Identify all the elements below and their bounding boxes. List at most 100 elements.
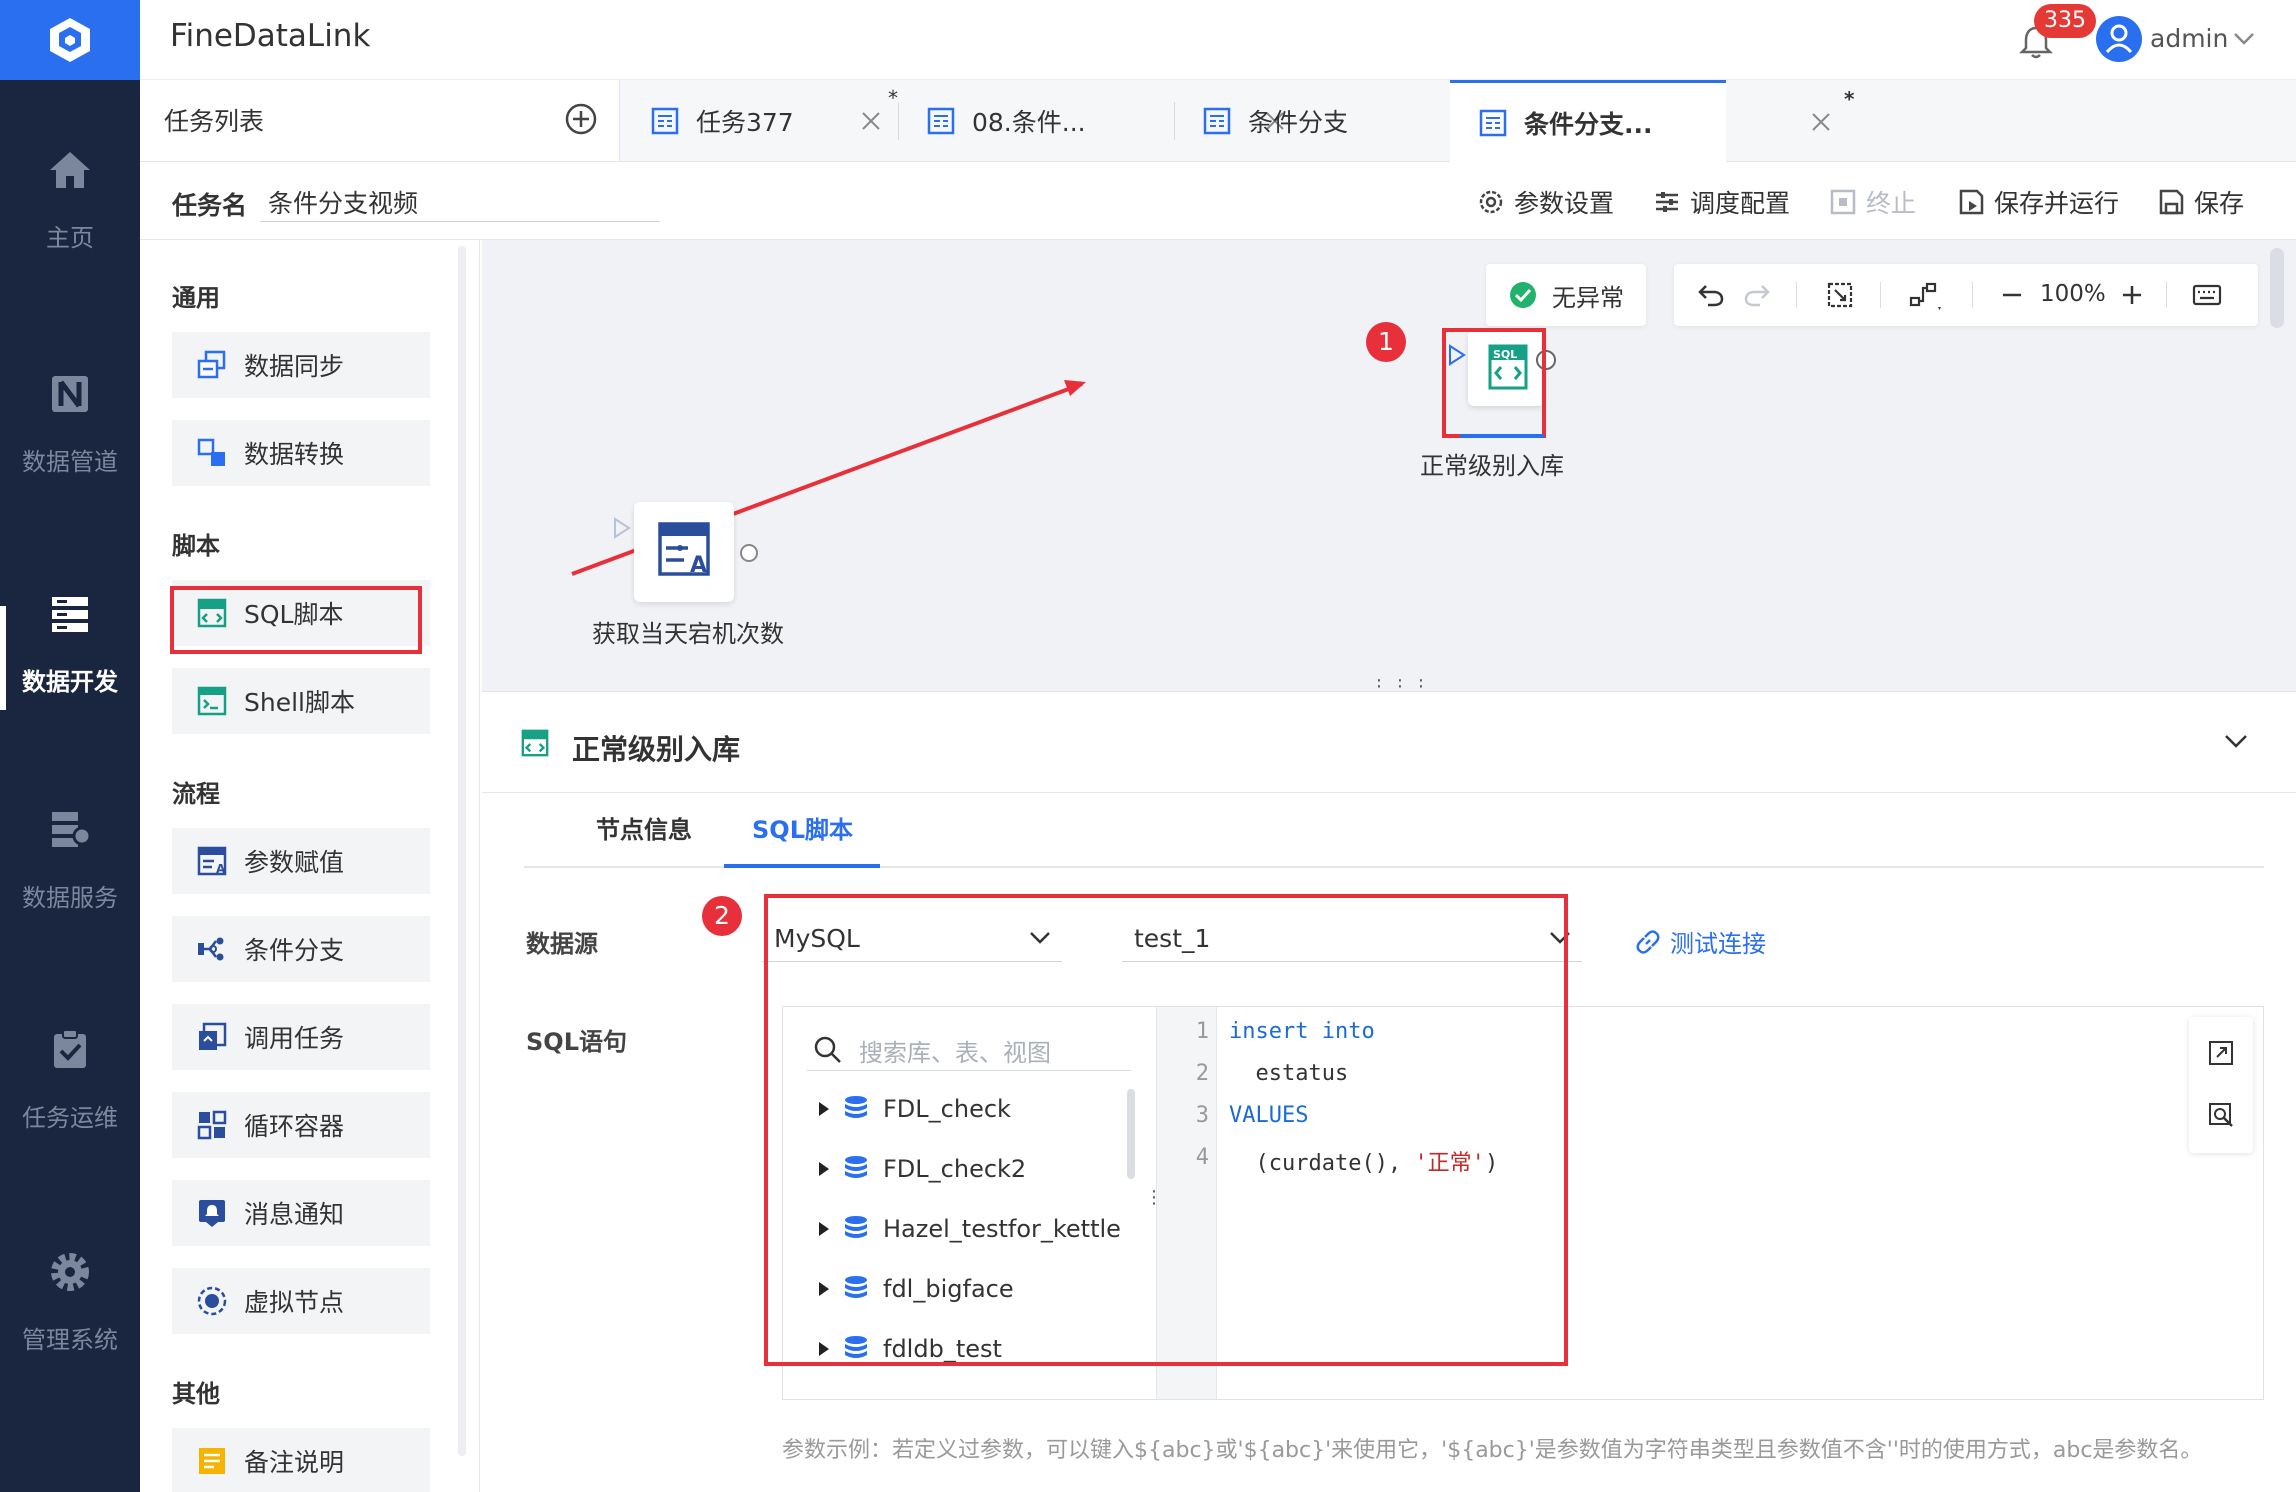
tab-cond08[interactable]: 08.条件... [926, 80, 1284, 162]
step-marker-1: 1 [1366, 322, 1406, 362]
nav-task-ops[interactable]: 任务运维 [0, 1028, 140, 1133]
palette-item-label: 备注说明 [244, 1448, 345, 1477]
username[interactable]: admin [2150, 24, 2228, 53]
nav-data-pipeline-label: 数据管道 [22, 448, 118, 476]
save-and-run-button[interactable]: 保存并运行 [1956, 184, 2119, 220]
play-port-icon [614, 517, 631, 539]
tab-cond-branch[interactable]: 条件分支 [1202, 80, 1560, 162]
tab-task377[interactable]: 任务377 * [650, 80, 920, 162]
palette-item-label: 循环容器 [244, 1112, 345, 1141]
nav-data-dev[interactable]: 数据开发 [0, 592, 140, 697]
active-tab-underline [724, 864, 880, 868]
tab-cond-branch-label: 条件分支 [1248, 108, 1349, 137]
test-connection-label: 测试连接 [1670, 930, 1766, 958]
palette-scrollbar[interactable] [458, 246, 466, 1456]
pipeline-icon [52, 376, 88, 412]
save-and-run-label: 保存并运行 [1994, 189, 2120, 218]
palette-item-virtual-node[interactable]: 虚拟节点 [172, 1268, 430, 1334]
task-name-input[interactable]: 条件分支视频 [260, 176, 660, 222]
palette-item-loop-container[interactable]: 循环容器 [172, 1092, 430, 1158]
node-output-port[interactable] [740, 544, 758, 562]
nav-home-label: 主页 [46, 224, 94, 252]
collapse-chevron-icon[interactable] [2222, 730, 2250, 752]
task-name-label: 任务名 [172, 191, 248, 220]
tab-sql-script[interactable]: SQL脚本 [752, 810, 853, 845]
param-settings-label: 参数设置 [1514, 189, 1615, 218]
sql-script-icon [521, 729, 549, 757]
palette-item-shell-script[interactable]: Shell脚本 [172, 668, 430, 734]
node-input-port[interactable] [610, 516, 634, 540]
palette-item-param-assign[interactable]: A 参数赋值 [172, 828, 430, 894]
flow-canvas[interactable]: 无异常 100% SQL 正常级别入库 1 A 获取当天宕机次数 ⋮⋮⋮ [482, 240, 2296, 697]
param-settings-button[interactable]: 参数设置 [1476, 184, 1614, 220]
palette-item-label: 虚拟节点 [244, 1288, 345, 1317]
link-icon [1636, 929, 1660, 954]
tab-divider [1174, 102, 1175, 140]
nav-data-service-label: 数据服务 [22, 884, 118, 912]
palette-section-general: 通用 [172, 284, 220, 312]
nav-data-pipeline[interactable]: 数据管道 [0, 372, 140, 477]
palette-item-data-transform[interactable]: 数据转换 [172, 420, 430, 486]
nav-home[interactable]: 主页 [0, 148, 140, 253]
save-label: 保存 [2194, 189, 2245, 218]
task-tabs: 任务列表 任务377 * 08.条件... 条件分支 条件分支... * [140, 80, 2296, 162]
stop-button[interactable]: 终止 [1828, 184, 1916, 220]
nav-system-admin-label: 管理系统 [22, 1326, 118, 1354]
palette-item-condition-branch[interactable]: 条件分支 [172, 916, 430, 982]
nav-task-ops-label: 任务运维 [22, 1104, 118, 1132]
tab-task377-label: 任务377 [696, 108, 794, 137]
user-icon [2105, 24, 2133, 54]
format-sql-icon[interactable] [2207, 1101, 2235, 1129]
shell-script-icon [197, 686, 227, 716]
tab-node-info[interactable]: 节点信息 [596, 810, 692, 845]
detail-tabs: 节点信息 SQL脚本 [524, 794, 2264, 868]
avatar[interactable] [2096, 16, 2142, 62]
tab-cond-branch-active[interactable]: 条件分支... * [1450, 80, 1854, 162]
param-assign-node-icon: A [658, 522, 710, 578]
tab-modified-mark: * [888, 86, 898, 110]
close-icon[interactable] [1810, 111, 1832, 133]
schedule-config-label: 调度配置 [1690, 189, 1791, 218]
app-logo[interactable] [0, 0, 140, 80]
notification-badge: 335 [2034, 4, 2096, 38]
add-task-icon[interactable] [564, 102, 598, 136]
node-detail-panel: 正常级别入库 节点信息 SQL脚本 数据源 MySQL test_1 测试连接 … [482, 692, 2296, 1492]
palette-item-data-sync[interactable]: 数据同步 [172, 332, 430, 398]
palette-item-note[interactable]: 备注说明 [172, 1428, 430, 1492]
message-icon [199, 1200, 225, 1227]
palette-item-label: 消息通知 [244, 1200, 345, 1229]
data-service-icon [52, 812, 92, 847]
save-button[interactable]: 保存 [2156, 184, 2244, 220]
palette-item-call-task[interactable]: 调用任务 [172, 1004, 430, 1070]
palette-item-label: 数据转换 [244, 440, 345, 469]
task-file-icon [1203, 107, 1231, 135]
schedule-config-button[interactable]: 调度配置 [1652, 184, 1790, 220]
nav-data-dev-label: 数据开发 [22, 668, 118, 696]
svg-text:A: A [216, 862, 226, 876]
nav-system-admin[interactable]: 管理系统 [0, 1250, 140, 1355]
tab-divider [898, 102, 899, 140]
close-icon[interactable] [860, 110, 882, 132]
data-sync-icon [197, 350, 226, 379]
data-dev-icon [52, 597, 88, 632]
palette-item-message-notify[interactable]: 消息通知 [172, 1180, 430, 1246]
palette-item-label: 数据同步 [244, 352, 345, 381]
gear-icon [1479, 190, 1503, 214]
logo-icon [50, 18, 90, 62]
chevron-down-icon[interactable] [2232, 30, 2256, 48]
task-file-icon [927, 107, 955, 135]
palette-item-label: 参数赋值 [244, 848, 345, 877]
editor-side-buttons [2189, 1017, 2253, 1153]
tab-modified-mark: * [1844, 87, 1855, 111]
palette-section-script: 脚本 [172, 532, 220, 560]
highlight-box-node [1442, 328, 1546, 438]
node-param-assign[interactable]: A [634, 502, 734, 602]
palette-item-label: 条件分支 [244, 936, 345, 965]
stop-icon [1830, 189, 1856, 215]
home-icon [50, 152, 90, 188]
test-connection-link[interactable]: 测试连接 [1634, 924, 1766, 959]
expand-editor-icon[interactable] [2207, 1039, 2235, 1067]
node-selected-bar [1460, 434, 1544, 438]
node-sql-label: 正常级别入库 [1420, 452, 1564, 480]
nav-data-service[interactable]: 数据服务 [0, 808, 140, 913]
